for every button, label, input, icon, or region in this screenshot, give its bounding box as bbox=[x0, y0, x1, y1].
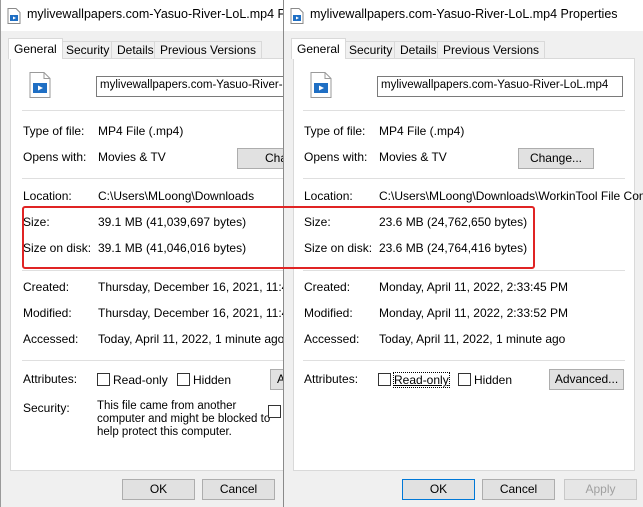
tab-details[interactable]: Details bbox=[394, 41, 443, 58]
location-label: Location: bbox=[304, 189, 353, 203]
tab-security[interactable]: Security bbox=[343, 41, 399, 58]
accessed-value: Today, April 11, 2022, 1 minute ago bbox=[379, 332, 566, 346]
tab-general[interactable]: General bbox=[291, 38, 346, 59]
modified-value: Monday, April 11, 2022, 2:33:52 PM bbox=[379, 306, 569, 320]
properties-dialog-original: mylivewallpapers.com-Yasuo-River-LoL.mp4… bbox=[0, 0, 283, 507]
properties-dialog-converted: mylivewallpapers.com-Yasuo-River-LoL.mp4… bbox=[283, 0, 643, 507]
security-warning-text: This file came from another computer and… bbox=[97, 400, 271, 438]
created-label: Created: bbox=[23, 280, 70, 294]
opens-with-value: Movies & TV bbox=[379, 150, 447, 164]
window-title: mylivewallpapers.com-Yasuo-River-LoL.mp4… bbox=[27, 7, 283, 21]
read-only-label[interactable]: Read-only bbox=[393, 372, 450, 388]
type-of-file-label: Type of file: bbox=[23, 124, 85, 138]
created-label: Created: bbox=[304, 280, 351, 294]
file-name-field[interactable]: mylivewallpapers.com-Yasuo-River-LoL.mp4 bbox=[377, 76, 623, 97]
ok-button[interactable]: OK bbox=[122, 479, 195, 500]
title-bar[interactable]: mylivewallpapers.com-Yasuo-River-LoL.mp4… bbox=[284, 0, 643, 31]
size-label: Size: bbox=[23, 215, 50, 229]
apply-button[interactable]: Apply bbox=[564, 479, 637, 500]
accessed-label: Accessed: bbox=[304, 332, 360, 346]
divider bbox=[303, 360, 625, 361]
advanced-button[interactable]: Advanced... bbox=[549, 369, 624, 390]
created-value: Monday, April 11, 2022, 2:33:45 PM bbox=[379, 280, 569, 294]
tab-previous-versions[interactable]: Previous Versions bbox=[154, 41, 263, 58]
advanced-button[interactable]: A bbox=[270, 369, 283, 390]
divider bbox=[303, 270, 625, 271]
tab-details[interactable]: Details bbox=[111, 41, 160, 58]
divider bbox=[303, 178, 625, 179]
tab-bar: General Security Details Previous Versio… bbox=[291, 38, 643, 59]
general-panel bbox=[293, 58, 635, 471]
divider bbox=[22, 178, 283, 179]
read-only-checkbox[interactable] bbox=[97, 373, 110, 386]
divider bbox=[22, 360, 283, 361]
location-label: Location: bbox=[23, 189, 72, 203]
video-file-icon bbox=[290, 8, 304, 24]
ok-button[interactable]: OK bbox=[402, 479, 475, 500]
video-file-icon bbox=[310, 72, 332, 98]
attributes-label: Attributes: bbox=[304, 372, 359, 386]
change-button[interactable]: Cha bbox=[237, 148, 283, 169]
opens-with-label: Opens with: bbox=[23, 150, 87, 164]
unblock-checkbox[interactable] bbox=[268, 405, 281, 418]
size-label: Size: bbox=[304, 215, 331, 229]
hidden-checkbox[interactable] bbox=[458, 373, 471, 386]
divider bbox=[303, 110, 625, 111]
modified-label: Modified: bbox=[304, 306, 353, 320]
accessed-label: Accessed: bbox=[23, 332, 79, 346]
cancel-button[interactable]: Cancel bbox=[482, 479, 555, 500]
accessed-value: Today, April 11, 2022, 1 minute ago bbox=[98, 332, 283, 346]
location-value: C:\Users\MLoong\Downloads\WorkinTool Fil… bbox=[379, 189, 643, 203]
type-of-file-label: Type of file: bbox=[304, 124, 366, 138]
modified-value: Thursday, December 16, 2021, 11:45:4 bbox=[98, 306, 283, 320]
opens-with-value: Movies & TV bbox=[98, 150, 166, 164]
security-label: Security: bbox=[23, 401, 70, 415]
hidden-label[interactable]: Hidden bbox=[193, 373, 231, 387]
size-value: 23.6 MB (24,762,650 bytes) bbox=[379, 215, 528, 229]
type-of-file-value: MP4 File (.mp4) bbox=[379, 124, 465, 138]
type-of-file-value: MP4 File (.mp4) bbox=[98, 124, 184, 138]
created-value: Thursday, December 16, 2021, 11:43:2 bbox=[98, 280, 283, 294]
size-value: 39.1 MB (41,039,697 bytes) bbox=[98, 215, 247, 229]
size-on-disk-label: Size on disk: bbox=[23, 241, 92, 255]
read-only-checkbox[interactable] bbox=[378, 373, 391, 386]
size-on-disk-value: 23.6 MB (24,764,416 bytes) bbox=[379, 241, 528, 255]
title-bar[interactable]: mylivewallpapers.com-Yasuo-River-LoL.mp4… bbox=[1, 0, 283, 31]
opens-with-label: Opens with: bbox=[304, 150, 368, 164]
hidden-checkbox[interactable] bbox=[177, 373, 190, 386]
video-file-icon bbox=[7, 8, 21, 24]
size-on-disk-label: Size on disk: bbox=[304, 241, 373, 255]
modified-label: Modified: bbox=[23, 306, 72, 320]
hidden-label[interactable]: Hidden bbox=[474, 373, 512, 387]
tab-previous-versions[interactable]: Previous Versions bbox=[437, 41, 546, 58]
divider bbox=[22, 110, 283, 111]
size-on-disk-value: 39.1 MB (41,046,016 bytes) bbox=[98, 241, 247, 255]
attributes-label: Attributes: bbox=[23, 372, 78, 386]
video-file-icon bbox=[29, 72, 51, 98]
read-only-label[interactable]: Read-only bbox=[113, 373, 168, 387]
tab-bar: General Security Details Previous Versio… bbox=[8, 38, 283, 59]
divider bbox=[22, 270, 283, 271]
window-title: mylivewallpapers.com-Yasuo-River-LoL.mp4… bbox=[310, 7, 618, 21]
cancel-button[interactable]: Cancel bbox=[202, 479, 275, 500]
tab-security[interactable]: Security bbox=[60, 41, 116, 58]
location-value: C:\Users\MLoong\Downloads bbox=[98, 189, 255, 203]
file-name-field[interactable]: mylivewallpapers.com-Yasuo-River-LoL.mp4 bbox=[96, 76, 283, 97]
tab-general[interactable]: General bbox=[8, 38, 63, 59]
change-button[interactable]: Change... bbox=[518, 148, 594, 169]
